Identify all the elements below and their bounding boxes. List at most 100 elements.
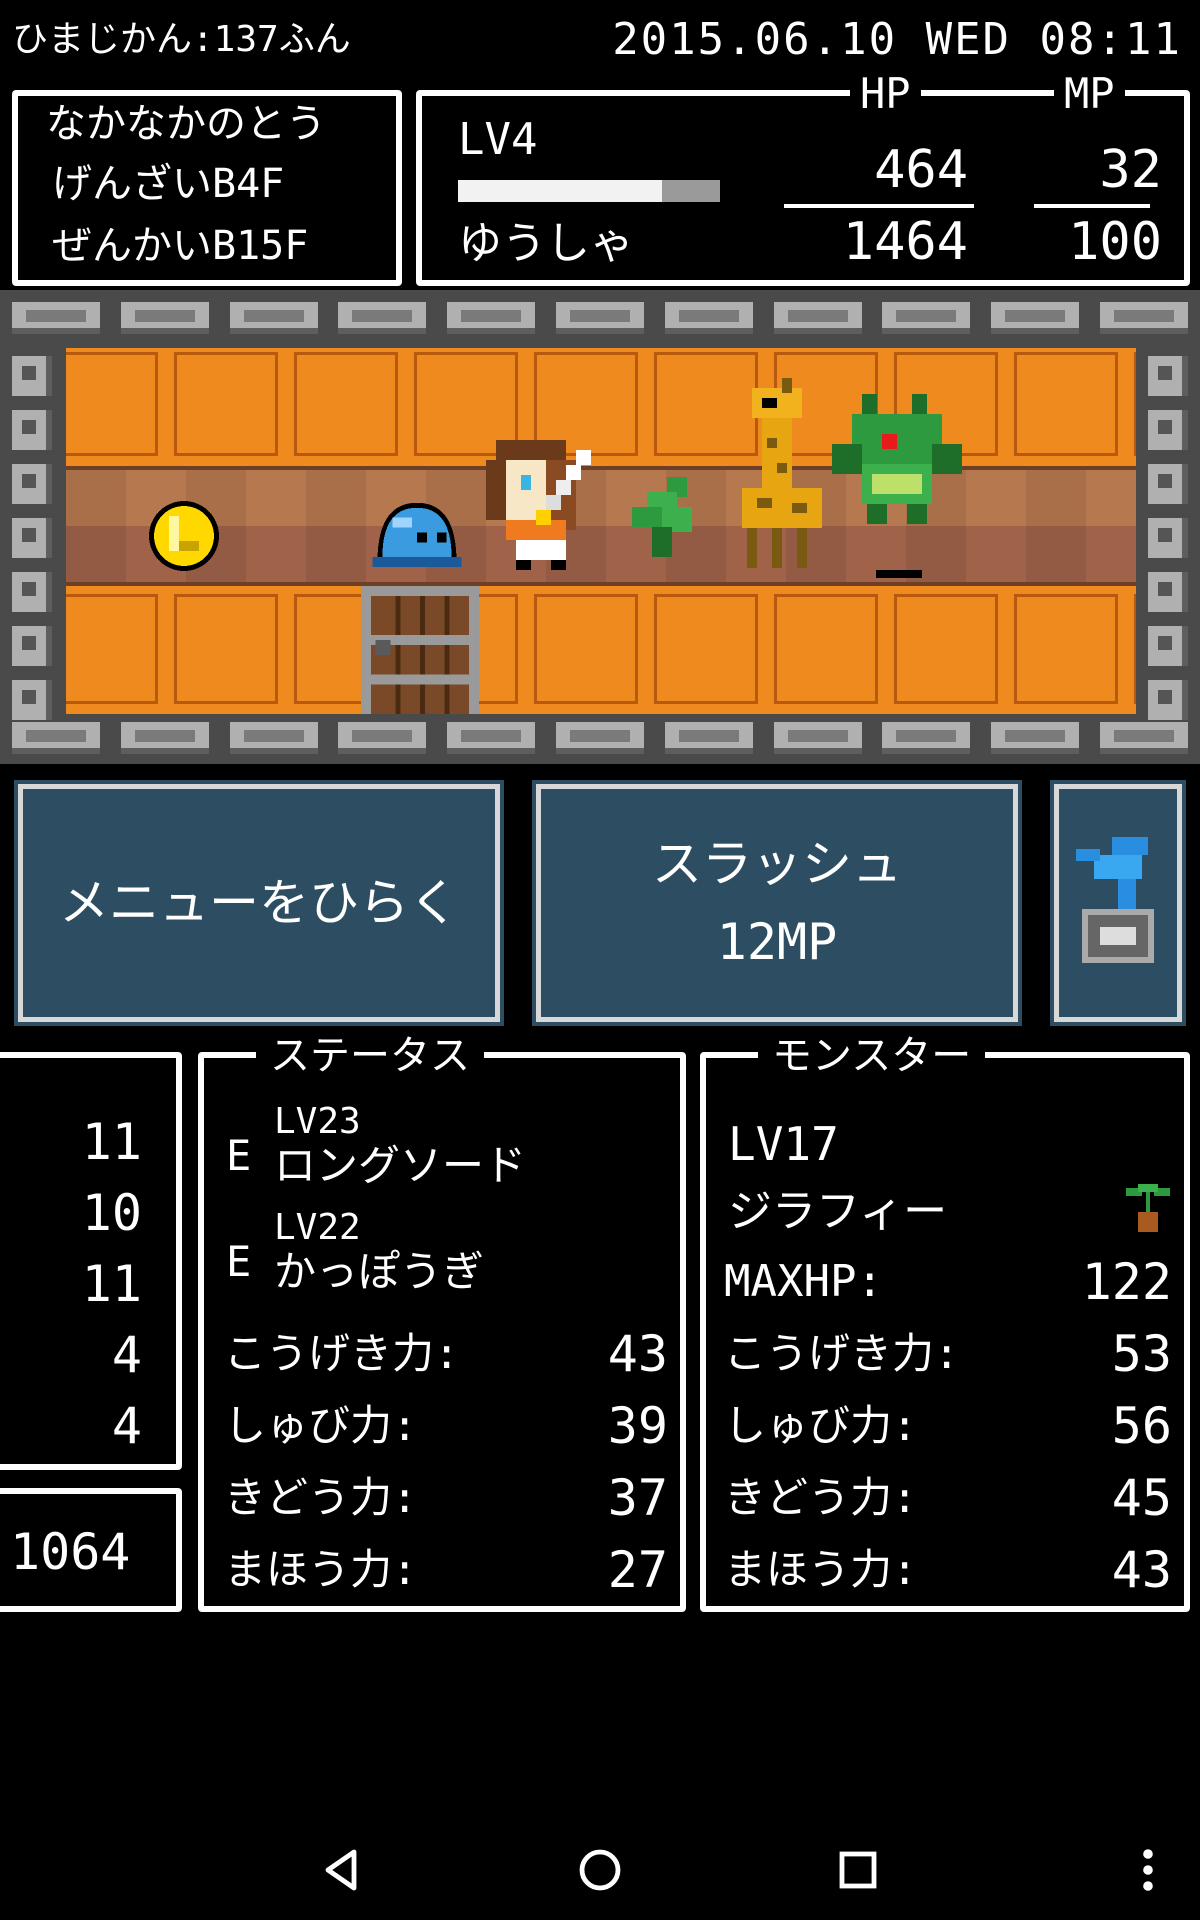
equipment-level: LV22 — [274, 1207, 361, 1248]
floor-tile — [174, 352, 278, 456]
wall-brick — [1148, 572, 1188, 612]
player-level: LV4 — [458, 114, 538, 165]
equipped-marker: E — [226, 1237, 252, 1286]
monster-stat-label: しゅび力: — [724, 1401, 918, 1450]
left-stat-value: 11 — [81, 1255, 142, 1313]
wall-brick — [229, 722, 318, 754]
monster-level: LV17 — [728, 1117, 839, 1171]
wooden-door-icon[interactable] — [360, 586, 480, 714]
wall-brick — [120, 302, 209, 334]
wall-brick — [12, 680, 52, 720]
status-stat-label: まほう力: — [224, 1545, 418, 1594]
wall-brick — [1148, 680, 1188, 720]
wall-brick — [120, 722, 209, 754]
wall-brick — [12, 572, 52, 612]
home-circle-icon[interactable] — [576, 1846, 624, 1894]
wall-brick — [1148, 518, 1188, 558]
floor-tile — [1014, 594, 1118, 704]
monster-stat-label: きどう力: — [724, 1473, 918, 1522]
hero-character-icon[interactable] — [476, 430, 626, 580]
wall-brick — [1148, 410, 1188, 450]
left-stat-value: 11 — [81, 1113, 142, 1171]
left-stats-panel: 11 10 11 4 4 — [0, 1052, 182, 1470]
exp-bar — [458, 180, 720, 202]
monster-stat-value: 45 — [1111, 1469, 1172, 1527]
player-panel: HP MP LV4 ゆうしゃ 464 1464 32 100 — [416, 70, 1190, 286]
wall-brick — [882, 722, 971, 754]
wall-brick — [991, 722, 1080, 754]
wall-brick — [338, 722, 427, 754]
skill-name: スラッシュ — [652, 835, 902, 893]
item-button[interactable] — [1050, 780, 1186, 1026]
blue-slime-icon[interactable] — [362, 488, 472, 572]
hp-label: HP — [850, 70, 921, 118]
wall-brick — [1100, 722, 1188, 754]
slash-skill-button[interactable]: スラッシュ 12MP — [532, 780, 1022, 1026]
wall-brick — [1148, 626, 1188, 666]
monster-maxhp-value: 122 — [1081, 1253, 1172, 1311]
equipment-level: LV23 — [274, 1101, 361, 1142]
monster-maxhp-label: MAXHP: — [724, 1256, 883, 1307]
wall-brick — [556, 722, 644, 754]
left-stat-value: 10 — [81, 1184, 142, 1242]
enemy-shadow — [876, 570, 922, 578]
wall-brick — [991, 302, 1080, 334]
wall-brick — [1148, 356, 1188, 396]
blue-bird-cage-icon — [1076, 837, 1154, 963]
exp-bar-fill — [458, 180, 663, 202]
wall-brick — [882, 302, 971, 334]
monster-name: ジラフィー — [728, 1186, 948, 1237]
tower-name: なかなかのとう — [46, 101, 326, 147]
mp-current: 32 — [1099, 140, 1162, 200]
dungeon-scene[interactable] — [0, 290, 1200, 764]
status-stat-value: 27 — [607, 1541, 668, 1599]
wall-brick — [1100, 302, 1188, 334]
monster-stat-value: 43 — [1111, 1541, 1172, 1599]
wall-brick — [556, 302, 644, 334]
gold-panel: 1064 — [0, 1488, 182, 1612]
wall-brick — [664, 722, 753, 754]
floor-tile — [534, 594, 638, 704]
monster-stat-label: まほう力: — [724, 1545, 918, 1594]
current-floor: げんざいB4F — [52, 161, 285, 207]
giraffe-monster-icon[interactable] — [732, 378, 842, 578]
recents-square-icon[interactable] — [834, 1846, 882, 1894]
monster-stat-value: 56 — [1111, 1397, 1172, 1455]
status-stat-label: きどう力: — [224, 1473, 418, 1522]
floor-tile — [894, 594, 998, 704]
equipment-name: ロングソード — [274, 1141, 527, 1190]
wall-brick — [664, 302, 753, 334]
status-stat-value: 43 — [607, 1325, 668, 1383]
status-stat-label: こうげき力: — [224, 1329, 460, 1378]
floor-tile — [1134, 594, 1136, 704]
equipped-marker: E — [226, 1131, 252, 1180]
monster-panel: モンスター LV17 ジラフィー MAXHP: 122 こうげき力: 53 しゅび力… — [700, 1034, 1190, 1612]
hp-divider — [784, 204, 974, 208]
wall-brick — [12, 302, 100, 334]
wall-brick — [1148, 464, 1188, 504]
gold-coin-icon[interactable] — [144, 496, 224, 576]
location-panel: なかなかのとう げんざいB4F ぜんかいB15F — [12, 90, 402, 286]
status-stat-value: 37 — [607, 1469, 668, 1527]
wall-brick — [12, 464, 52, 504]
wall-brick — [338, 302, 427, 334]
wall-brick — [12, 518, 52, 558]
monster-stat-value: 53 — [1111, 1325, 1172, 1383]
left-stat-value: 4 — [111, 1326, 142, 1384]
wall-brick — [229, 302, 318, 334]
open-menu-label: メニューをひらく — [59, 874, 459, 932]
more-vertical-icon[interactable] — [1132, 1846, 1164, 1894]
mp-divider — [1034, 204, 1150, 208]
open-menu-button[interactable]: メニューをひらく — [14, 780, 504, 1026]
playtime: ひまじかん:137ふん — [12, 19, 351, 60]
skill-cost: 12MP — [716, 913, 838, 971]
player-name: ゆうしゃ — [458, 218, 634, 269]
status-stat-label: しゅび力: — [224, 1401, 418, 1450]
status-panel: ステータス E LV23 ロングソード E LV22 かっぽうぎ こうげき力: 43 しゅび力… — [198, 1034, 686, 1612]
green-dragon-icon[interactable] — [832, 394, 962, 544]
left-stat-value: 4 — [111, 1397, 142, 1455]
green-plant-monster-icon[interactable] — [622, 472, 702, 562]
wall-brick — [447, 302, 536, 334]
wall-brick — [12, 626, 52, 666]
back-triangle-icon[interactable] — [318, 1846, 366, 1894]
